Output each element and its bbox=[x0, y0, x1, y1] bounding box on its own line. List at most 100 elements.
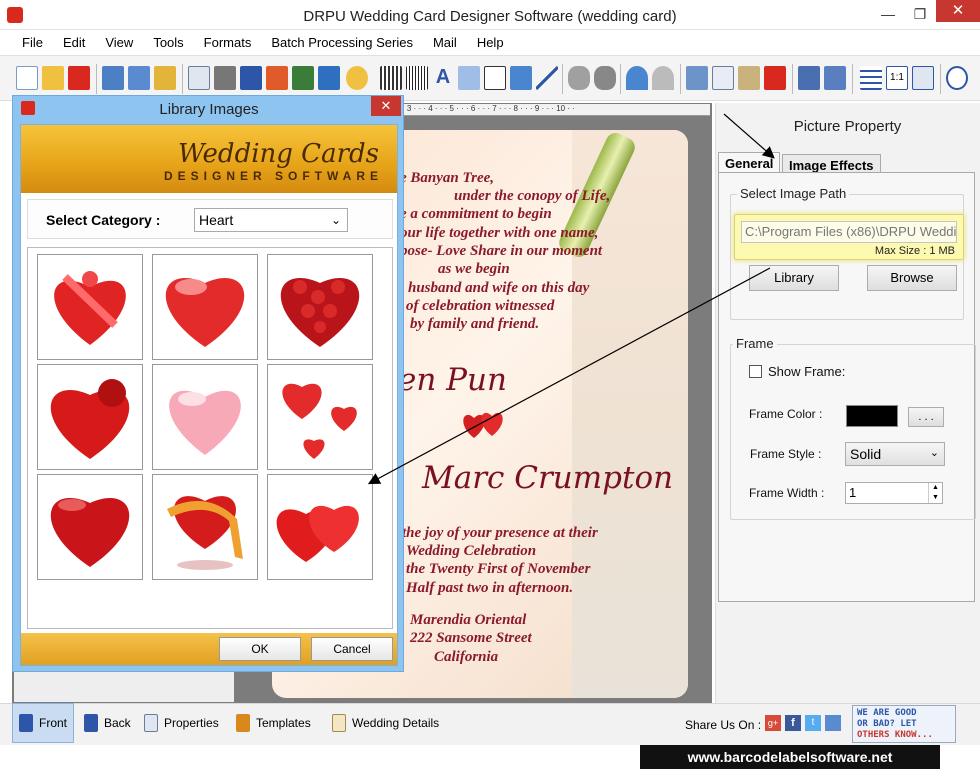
library-button[interactable]: Library bbox=[749, 265, 839, 291]
feedback-badge[interactable]: WE ARE GOOD OR BAD? LET OTHERS KNOW... bbox=[852, 705, 956, 743]
paste-icon[interactable] bbox=[738, 66, 760, 90]
fit-window-icon[interactable] bbox=[912, 66, 934, 90]
picture-library-icon[interactable] bbox=[318, 66, 340, 90]
card-venue-line[interactable]: Marendia Oriental bbox=[410, 612, 526, 629]
signature-icon[interactable] bbox=[484, 66, 506, 90]
menu-file[interactable]: File bbox=[22, 35, 43, 50]
menu-view[interactable]: View bbox=[105, 35, 133, 50]
delete-icon[interactable] bbox=[68, 66, 90, 90]
menu-tools[interactable]: Tools bbox=[153, 35, 183, 50]
heart-rose-glossy-image[interactable] bbox=[152, 254, 258, 360]
cancel-button[interactable]: Cancel bbox=[311, 637, 393, 661]
heart-pink-glass-image[interactable] bbox=[152, 364, 258, 470]
card-invite-line[interactable]: Half past two in afternoon. bbox=[406, 580, 573, 597]
save-icon[interactable] bbox=[102, 66, 124, 90]
frame-width-stepper[interactable]: 1 ▲ ▼ bbox=[845, 482, 943, 504]
heart-glossy-red-image[interactable] bbox=[37, 474, 143, 580]
zoom-in-icon[interactable] bbox=[946, 66, 968, 90]
share-icon[interactable] bbox=[825, 715, 841, 731]
card-poem-line[interactable]: e a commitment to begin bbox=[400, 206, 552, 223]
menu-formats[interactable]: Formats bbox=[204, 35, 252, 50]
facebook-icon[interactable]: f bbox=[785, 715, 801, 731]
frame-color-picker-button[interactable]: . . . bbox=[908, 407, 944, 427]
undo-icon[interactable] bbox=[626, 66, 648, 90]
groom-name[interactable]: Marc Crumpton bbox=[422, 460, 673, 496]
menu-mail[interactable]: Mail bbox=[433, 35, 457, 50]
image-path-input[interactable]: C:\Program Files (x86)\DRPU Wedding Card bbox=[741, 221, 957, 243]
barcode-icon[interactable] bbox=[406, 66, 428, 90]
database-settings-icon[interactable] bbox=[594, 66, 616, 90]
redo-icon[interactable] bbox=[652, 66, 674, 90]
category-select[interactable]: Heart ⌄ bbox=[194, 208, 348, 232]
gift-icon[interactable] bbox=[266, 66, 288, 90]
card-venue-line[interactable]: California bbox=[434, 649, 498, 666]
frame-color-swatch[interactable] bbox=[846, 405, 898, 427]
card-poem-line[interactable]: husband and wife on this day bbox=[408, 280, 589, 297]
text-icon[interactable]: A bbox=[432, 66, 454, 90]
properties-button[interactable]: Properties bbox=[138, 703, 224, 743]
card-poem-line[interactable]: by family and friend. bbox=[410, 316, 539, 333]
front-button[interactable]: Front bbox=[12, 703, 74, 743]
image-grid bbox=[27, 247, 393, 629]
bride-name[interactable]: en Pun bbox=[398, 362, 507, 398]
spin-arrows-icon[interactable]: ▲ ▼ bbox=[928, 483, 942, 503]
minimize-button[interactable]: — bbox=[874, 4, 902, 24]
close-button[interactable]: ✕ bbox=[936, 0, 980, 22]
card-poem-line[interactable]: our life together with one name, bbox=[400, 225, 598, 242]
heart-icon[interactable] bbox=[460, 408, 512, 452]
card-invite-line[interactable]: the Twenty First of November bbox=[406, 561, 590, 578]
page-thumbnails[interactable] bbox=[14, 672, 234, 702]
card-venue-line[interactable]: 222 Sansome Street bbox=[410, 630, 532, 647]
remove-icon[interactable] bbox=[764, 66, 786, 90]
google-plus-icon[interactable]: g+ bbox=[765, 715, 781, 731]
show-frame-checkbox[interactable] bbox=[749, 365, 762, 378]
print-icon[interactable] bbox=[214, 66, 236, 90]
print-preview-icon[interactable] bbox=[240, 66, 262, 90]
actual-size-icon[interactable]: 1:1 bbox=[886, 66, 908, 90]
line-icon[interactable] bbox=[536, 66, 558, 90]
copy-icon[interactable] bbox=[712, 66, 734, 90]
tab-general[interactable]: General bbox=[718, 152, 781, 173]
three-hearts-image[interactable] bbox=[267, 364, 373, 470]
word-art-icon[interactable] bbox=[458, 66, 480, 90]
menu-help[interactable]: Help bbox=[477, 35, 504, 50]
card-poem-line[interactable]: as we begin bbox=[438, 261, 510, 278]
banner-title: Wedding Cards bbox=[177, 139, 379, 169]
barcode-linear-icon[interactable] bbox=[380, 66, 402, 90]
heart-ribbon-image[interactable] bbox=[37, 254, 143, 360]
templates-button[interactable]: Templates bbox=[230, 703, 322, 743]
twitter-icon[interactable]: t bbox=[805, 715, 821, 731]
open-icon[interactable] bbox=[42, 66, 64, 90]
heart-with-rose-image[interactable] bbox=[37, 364, 143, 470]
save-as-icon[interactable] bbox=[128, 66, 150, 90]
card-invite-line[interactable]: Wedding Celebration bbox=[406, 543, 536, 560]
cut-icon[interactable] bbox=[686, 66, 708, 90]
send-backward-icon[interactable] bbox=[824, 66, 846, 90]
card-poem-line[interactable]: e Banyan Tree, bbox=[400, 170, 494, 187]
heart-with-banner-image[interactable] bbox=[152, 474, 258, 580]
card-poem-line[interactable]: pose- Love Share in our moment bbox=[400, 243, 602, 260]
browse-button[interactable]: Browse bbox=[867, 265, 957, 291]
export-icon[interactable] bbox=[154, 66, 176, 90]
frame-style-select[interactable]: Solid ⌄ bbox=[845, 442, 945, 466]
card-poem-line[interactable]: of celebration witnessed bbox=[406, 298, 554, 315]
image-icon[interactable] bbox=[292, 66, 314, 90]
back-button[interactable]: Back bbox=[78, 703, 134, 743]
menu-batch-processing[interactable]: Batch Processing Series bbox=[271, 35, 413, 50]
dialog-close-button[interactable]: ✕ bbox=[371, 96, 401, 116]
grid-icon[interactable] bbox=[860, 66, 882, 90]
bring-forward-icon[interactable] bbox=[798, 66, 820, 90]
database-icon[interactable] bbox=[568, 66, 590, 90]
ok-button[interactable]: OK bbox=[219, 637, 301, 661]
shapes-icon[interactable] bbox=[346, 66, 368, 90]
heart-of-roses-image[interactable] bbox=[267, 254, 373, 360]
wedding-details-button[interactable]: Wedding Details bbox=[326, 703, 444, 743]
card-invite-line[interactable]: the joy of your presence at their bbox=[402, 525, 598, 542]
card-poem-line[interactable]: under the conopy of Life, bbox=[454, 188, 610, 205]
two-hearts-image[interactable] bbox=[267, 474, 373, 580]
maximize-button[interactable]: ❐ bbox=[906, 4, 934, 24]
menu-edit[interactable]: Edit bbox=[63, 35, 85, 50]
email-icon[interactable] bbox=[510, 66, 532, 90]
properties-icon[interactable] bbox=[188, 66, 210, 90]
new-icon[interactable] bbox=[16, 66, 38, 90]
